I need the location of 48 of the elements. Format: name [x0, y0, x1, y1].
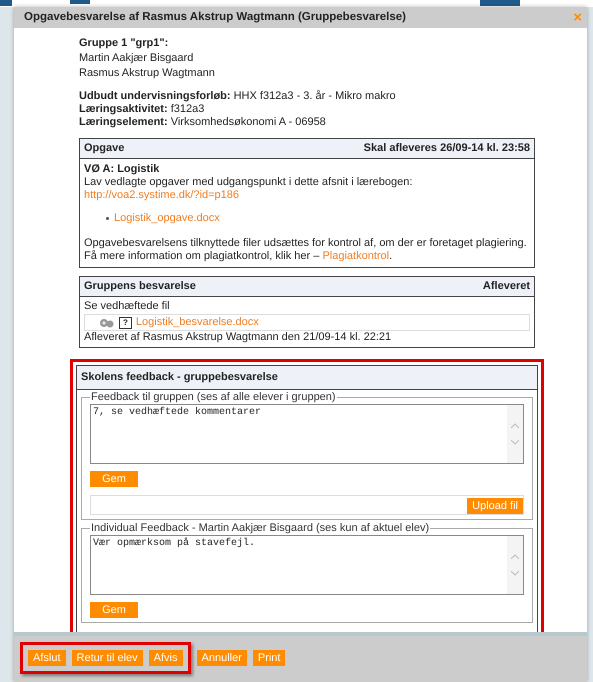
- help-badge[interactable]: ?: [119, 316, 132, 328]
- feedback-textarea[interactable]: 7, se vedhæftede kommentarer: [90, 404, 524, 464]
- textarea-text: Vær opmærksom på stavefejl.: [92, 536, 256, 551]
- group-heading: Gruppe 1 "grp1":: [79, 37, 170, 50]
- group-member: Rasmus Akstrup Wagtmann: [79, 67, 216, 80]
- panel-title: Opgave: [84, 142, 124, 155]
- attachment-link[interactable]: Logistik_opgave.docx: [114, 212, 220, 225]
- fieldset-legend: Feedback til gruppen (ses af alle elever i gruppen): [90, 391, 337, 404]
- sentence-period: .: [389, 250, 392, 262]
- scroll-up-icon[interactable]: [511, 554, 519, 559]
- task-text: Lav vedlagte opgaver med udgangspunkt i dette afsnit i lærebogen: http://voa2.systime.dk/?id=p186: [84, 176, 414, 202]
- submission-text: Se vedhæftede fil: [84, 300, 171, 313]
- upload-field[interactable]: Upload fil: [90, 495, 524, 515]
- bullet-icon: [106, 217, 109, 220]
- task-title: VØ A: Logistik: [84, 163, 160, 176]
- upload-button[interactable]: Upload fil: [467, 498, 523, 514]
- action-button[interactable]: Annuller: [196, 650, 247, 666]
- scroll-up-icon[interactable]: [511, 423, 519, 428]
- textarea-text: 7, se vedhæftede kommentarer: [92, 406, 262, 420]
- file-link[interactable]: Logistik_besvarelse.docx: [136, 316, 259, 329]
- info-line: Udbudt undervisningsforløb: HHX f312a3 - 3. år - Mikro makro: [79, 90, 397, 103]
- group-member: Martin Aakjær Bisgaard: [79, 52, 194, 65]
- scroll-down-icon[interactable]: [511, 440, 519, 445]
- panel-title: Gruppens besvarelse: [84, 280, 196, 293]
- gears-icon: [99, 316, 115, 328]
- textbook-link[interactable]: id=p186: [200, 189, 240, 201]
- save-button[interactable]: Gem: [90, 471, 138, 487]
- window-title: Opgavebesvarelse af Rasmus Akstrup Wagtmann (Gruppebesvarelse): [24, 10, 406, 25]
- action-button[interactable]: Afvis: [148, 650, 182, 666]
- plagiarism-link[interactable]: Plagiatkontrol: [322, 250, 390, 262]
- scrollbar[interactable]: [507, 536, 523, 594]
- status-text: Afleveret: [482, 280, 530, 293]
- action-button[interactable]: Print: [252, 650, 286, 666]
- fieldset-legend: Individual Feedback - Martin Aakjær Bisgaard (ses kun af aktuel elev): [90, 522, 430, 535]
- delivery-text: Afleveret af Rasmus Akstrup Wagtmann den 21/09-14 kl. 22:21: [84, 331, 392, 344]
- action-button[interactable]: Retur til elev: [72, 650, 143, 666]
- plagiarism-notice: Opgavebesvarelsens tilknyttede filer udsættes for kontrol af, om der er foretaget plagiering. Få mere information om plagiatkontrol, klik her – Plagiatkontrol.: [84, 237, 528, 263]
- panel-title: Skolens feedback - gruppebesvarelse: [77, 366, 537, 390]
- scroll-down-icon[interactable]: [511, 571, 519, 576]
- deadline-text: Skal afleveres 26/09-14 kl. 23:58: [364, 142, 530, 155]
- scrollbar[interactable]: [507, 405, 523, 463]
- info-line: Læringsaktivitet: f312a3: [79, 103, 206, 116]
- textbook-link[interactable]: http://voa2.systime.dk/?: [84, 189, 200, 201]
- feedback-textarea[interactable]: Vær opmærksom på stavefejl.: [90, 535, 524, 595]
- info-line: Læringselement: Virksomhedsøkonomi A - 06958: [79, 116, 327, 129]
- action-button[interactable]: Afslut: [28, 650, 66, 666]
- save-button[interactable]: Gem: [90, 602, 138, 618]
- close-button[interactable]: ×: [573, 10, 582, 25]
